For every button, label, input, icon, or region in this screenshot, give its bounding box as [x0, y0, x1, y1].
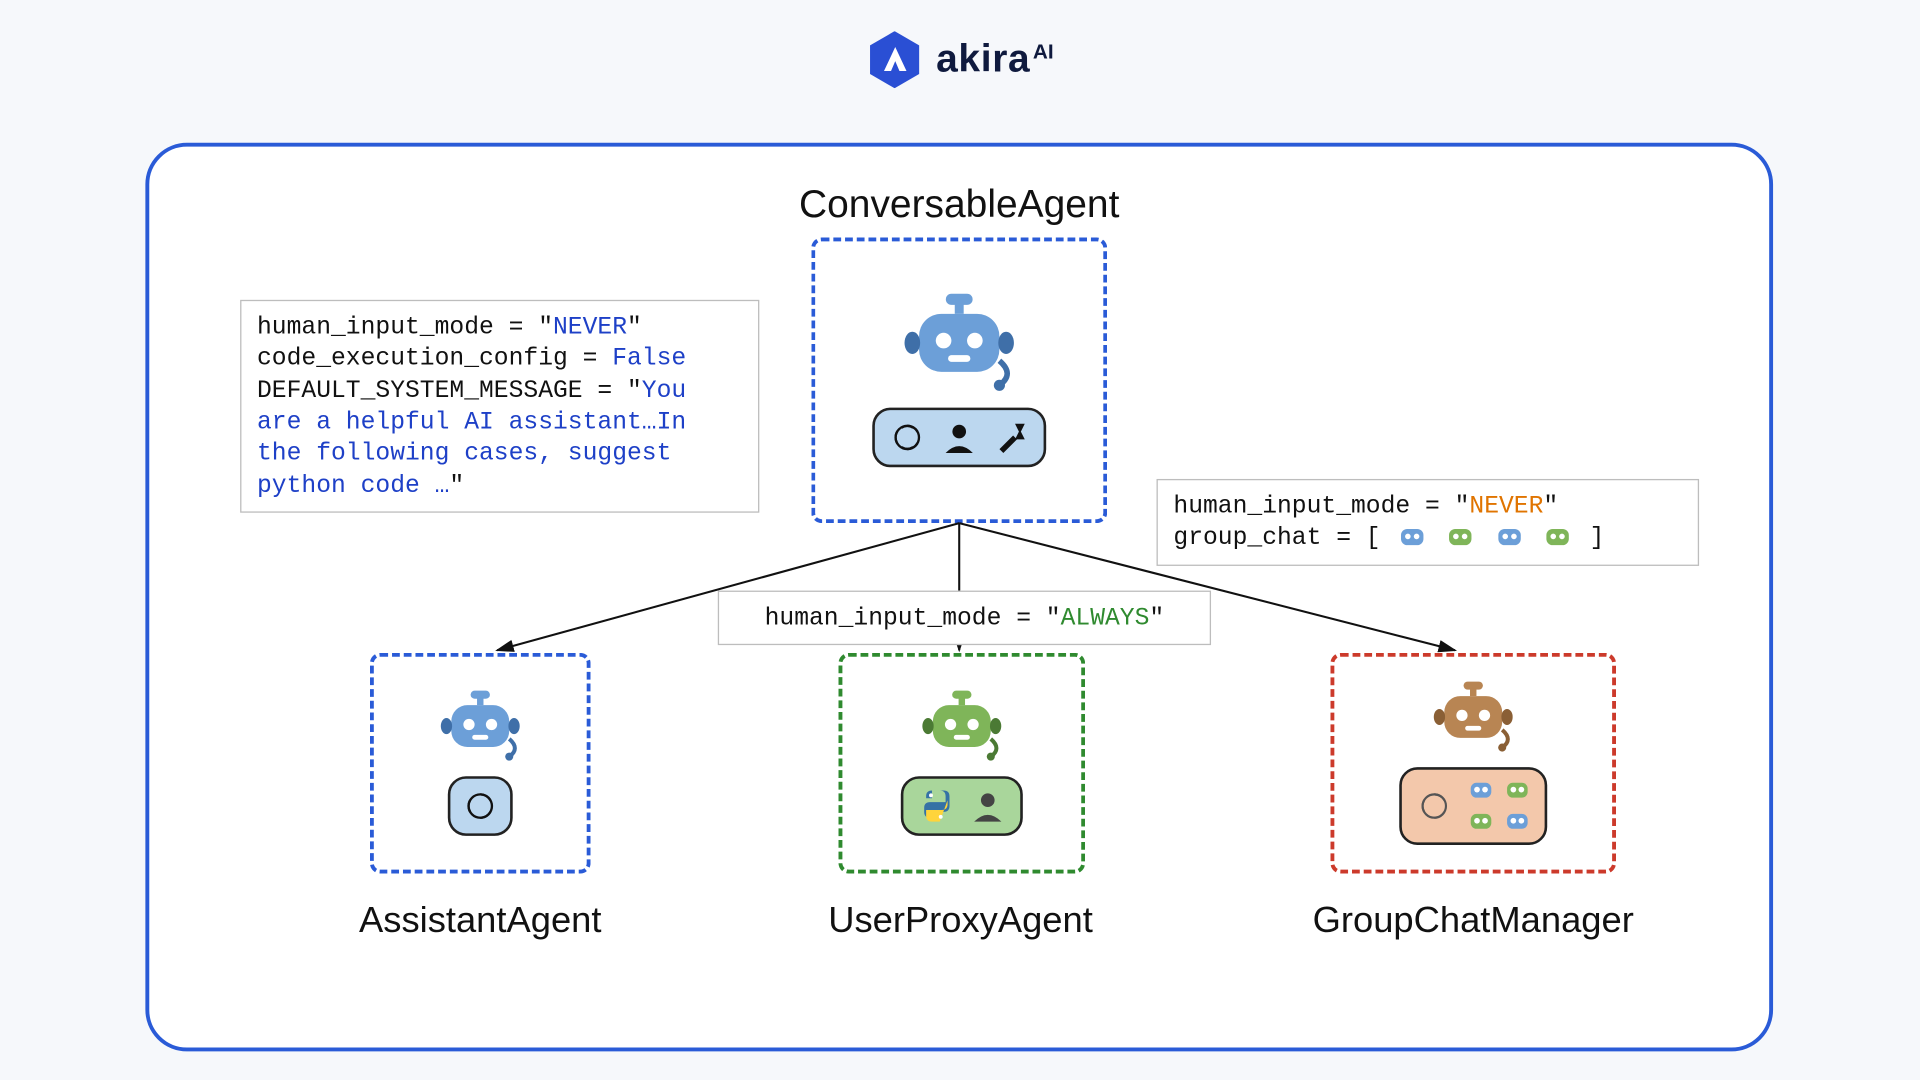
label-assistant-agent: AssistantAgent — [305, 900, 655, 942]
capability-pill-assistant — [448, 776, 513, 836]
robot-mini-green-icon — [1542, 523, 1573, 552]
robot-green-icon — [922, 691, 1002, 764]
brand-logo-icon — [866, 31, 923, 88]
openai-icon — [1415, 787, 1454, 826]
robot-blue-icon — [903, 293, 1015, 394]
robot-mini-green-icon — [1445, 523, 1476, 552]
robot-mini-blue-icon — [1494, 523, 1525, 552]
capability-pill-groupchat — [1399, 767, 1547, 845]
box-assistant-agent — [370, 653, 591, 874]
person-icon — [968, 787, 1007, 826]
openai-icon — [888, 418, 927, 457]
python-icon — [916, 787, 955, 826]
brand-header: akiraAI — [866, 31, 1054, 88]
title-conversable-agent: ConversableAgent — [799, 183, 1119, 227]
person-icon — [940, 418, 979, 457]
box-conversable-agent — [811, 238, 1107, 524]
diagram-frame: ConversableAgent — [145, 143, 1773, 1052]
openai-icon — [461, 787, 500, 826]
robot-brown-icon — [1433, 681, 1513, 754]
capability-pill-conversable — [872, 408, 1046, 468]
capability-pill-userproxy — [901, 776, 1023, 836]
tools-icon — [992, 418, 1031, 457]
label-groupchat-manager: GroupChatManager — [1292, 900, 1655, 942]
codebox-userproxy-config: human_input_mode = "ALWAYS" — [718, 591, 1211, 646]
robot-mini-blue-icon — [1397, 523, 1428, 552]
codebox-groupchat-config: human_input_mode = "NEVER" group_chat = … — [1157, 479, 1700, 565]
label-userproxy-agent: UserProxyAgent — [798, 900, 1123, 942]
group-bots-grid — [1467, 778, 1532, 835]
codebox-assistant-config: human_input_mode = "NEVER" code_executio… — [240, 300, 759, 513]
box-userproxy-agent — [839, 653, 1086, 874]
box-groupchat-manager — [1330, 653, 1616, 874]
robot-blue-icon — [440, 691, 520, 764]
brand-name: akiraAI — [936, 38, 1054, 82]
